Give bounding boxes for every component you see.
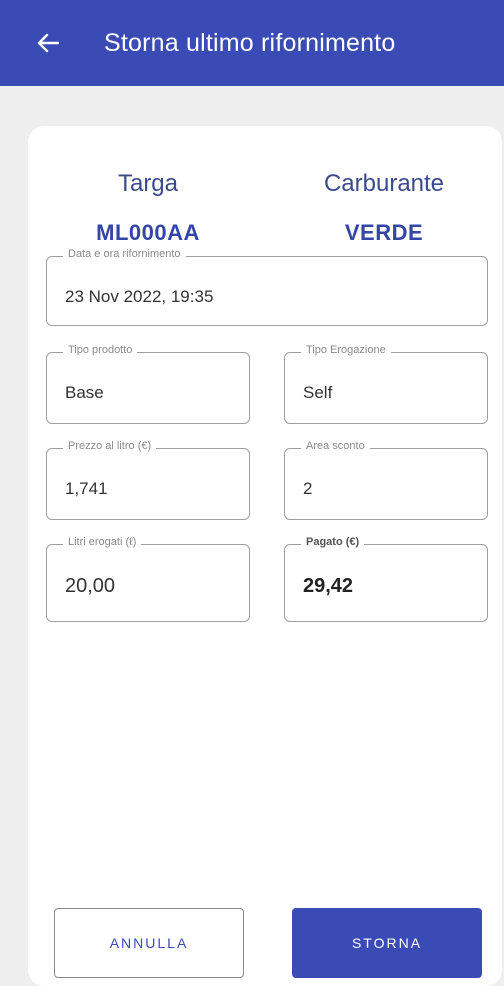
fuel-label: Carburante [323,170,445,197]
paid-field[interactable]: Pagato (€) 29,42 [284,536,488,622]
price-per-liter-value: 1,741 [65,479,108,498]
discount-area-value: 2 [303,479,313,498]
liters-label: Litri erogati (ℓ) [63,536,142,548]
datetime-label: Data e ora rifornimento [63,248,186,260]
datetime-value: 23 Nov 2022, 19:35 [65,287,214,306]
liters-field[interactable]: Litri erogati (ℓ) 20,00 [46,536,250,622]
plate-info: Targa ML000AA [48,170,248,246]
product-type-field[interactable]: Tipo prodotto Base [46,344,250,424]
discount-area-field[interactable]: Area sconto 2 [284,440,488,520]
price-per-liter-label: Prezzo al litro (€) [63,440,157,452]
storna-button[interactable]: STORNA [292,908,482,978]
product-type-label: Tipo prodotto [63,344,138,356]
price-per-liter-field[interactable]: Prezzo al litro (€) 1,741 [46,440,250,520]
delivery-type-value: Self [303,383,333,402]
app-bar: Storna ultimo rifornimento [0,0,504,86]
fuel-info: Carburante VERDE [284,170,484,246]
discount-area-label: Area sconto [301,440,370,452]
arrow-left-icon [37,33,59,53]
page-title: Storna ultimo rifornimento [104,28,396,57]
product-type-value: Base [65,383,104,402]
delivery-type-field[interactable]: Tipo Erogazione Self [284,344,488,424]
paid-value: 29,42 [303,575,354,597]
plate-value: ML000AA [96,220,200,245]
plate-label: Targa [117,170,179,197]
back-button[interactable] [28,23,68,63]
cancel-button[interactable]: ANNULLA [54,908,244,978]
paid-label: Pagato (€) [301,536,365,548]
fuel-value: VERDE [344,220,424,245]
liters-value: 20,00 [65,575,116,597]
datetime-field[interactable]: Data e ora rifornimento 23 Nov 2022, 19:… [46,248,488,326]
delivery-type-label: Tipo Erogazione [301,344,391,356]
